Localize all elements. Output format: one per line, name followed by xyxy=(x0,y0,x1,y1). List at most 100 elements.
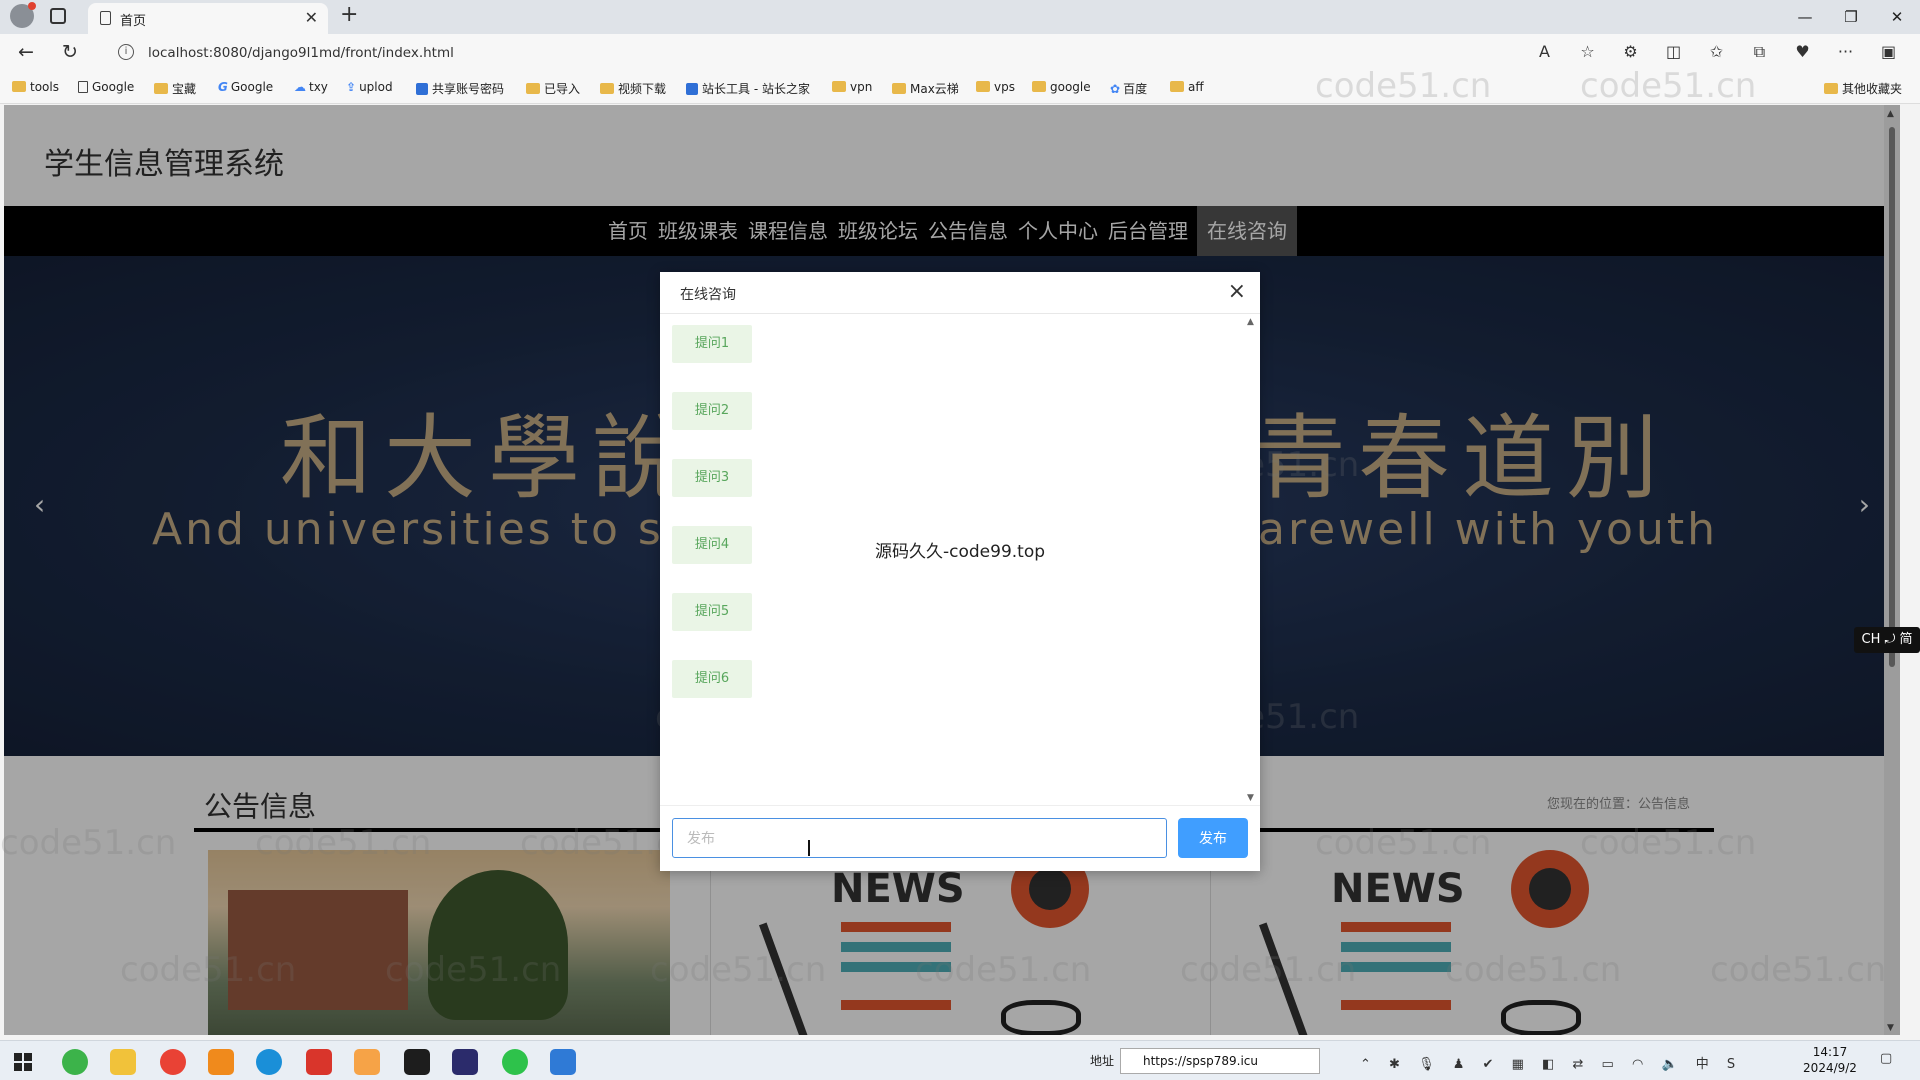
dialog-title: 在线咨询 xyxy=(680,287,736,303)
ime-language-icon[interactable]: 中 xyxy=(1696,1053,1709,1072)
favorites-icon[interactable]: ✩ xyxy=(1695,42,1738,62)
close-window-button[interactable]: ✕ xyxy=(1874,0,1920,34)
address-toolbar-input[interactable]: https://spsp789.icu xyxy=(1120,1048,1320,1074)
tencent-app-icon[interactable] xyxy=(354,1049,380,1075)
system-tray: ⌃ ✱ 🎙 ♟ ✔ ▦ ◧ ⇄ ▭ ◠ 🔈 中 S xyxy=(1360,1053,1749,1072)
chrome-icon[interactable] xyxy=(160,1049,186,1075)
back-button[interactable]: ← xyxy=(18,41,34,63)
browser-toolbar: A ☆ ⚙ ◫ ✩ ⧉ ♥ ··· ▣ xyxy=(1523,42,1910,62)
pycharm-icon[interactable] xyxy=(404,1049,430,1075)
chat-message: 提问4 xyxy=(672,526,752,564)
bookmark-item[interactable]: 已导入 xyxy=(526,80,580,97)
chat-message: 提问2 xyxy=(672,392,752,430)
chevron-up-icon[interactable]: ⌃ xyxy=(1360,1057,1371,1072)
close-icon[interactable]: × xyxy=(1228,279,1246,304)
bookmark-item[interactable]: 视频下载 xyxy=(600,80,666,97)
close-tab-icon[interactable]: ✕ xyxy=(305,8,318,27)
ime-indicator[interactable]: CH ⤾ 简 xyxy=(1854,627,1920,653)
chat-input[interactable] xyxy=(672,818,1167,858)
bookmark-item[interactable]: aff xyxy=(1170,80,1204,94)
upload-icon: ⇪ xyxy=(346,80,357,94)
system-clock[interactable]: 14:17 2024/9/2 xyxy=(1800,1044,1860,1076)
scroll-down-icon[interactable]: ▼ xyxy=(1247,793,1254,803)
volume-mute-icon[interactable]: 🔈 xyxy=(1661,1057,1677,1072)
folder-icon xyxy=(832,81,846,92)
bookmark-item[interactable]: tools xyxy=(12,80,59,94)
browser-360-icon[interactable] xyxy=(62,1049,88,1075)
scroll-up-icon[interactable]: ▲ xyxy=(1247,317,1254,327)
sidebar-icon[interactable]: ▣ xyxy=(1867,42,1910,62)
bookmark-item[interactable]: 共享账号密码 xyxy=(416,80,504,97)
url-box[interactable]: i localhost:8080/django9l1md/front/index… xyxy=(108,38,1588,68)
restore-button[interactable]: ❐ xyxy=(1828,0,1874,34)
chat-message: 提问3 xyxy=(672,459,752,497)
file-explorer-icon[interactable] xyxy=(110,1049,136,1075)
minimize-button[interactable]: — xyxy=(1782,0,1828,34)
bookmarks-bar: tools Google 宝藏 G Google ☁ txy ⇪ uplod 共享账号… xyxy=(0,72,1920,104)
chat-message-list[interactable]: 提问1 提问2 提问3 提问4 提问5 提问6 源码久久-code99.top … xyxy=(660,315,1260,805)
baidu-icon: ✿ xyxy=(1110,82,1121,96)
publish-button[interactable]: 发布 xyxy=(1178,818,1248,858)
tab-title: 首页 xyxy=(120,14,147,29)
split-screen-icon[interactable]: ◫ xyxy=(1652,42,1695,62)
more-menu-icon[interactable]: ··· xyxy=(1824,42,1867,62)
bookmark-item[interactable]: vps xyxy=(976,80,1015,94)
bookmark-item[interactable]: 站长工具 - 站长之家 xyxy=(686,80,810,97)
wechat-icon[interactable] xyxy=(502,1049,528,1075)
other-bookmarks[interactable]: 其他收藏夹 xyxy=(1824,80,1902,97)
notification-icon[interactable]: ▢ xyxy=(1880,1051,1892,1066)
new-tab-button[interactable]: + xyxy=(340,2,358,27)
tray-app-icon[interactable]: ⇄ xyxy=(1572,1057,1583,1072)
profile-icon[interactable] xyxy=(10,2,36,28)
chat-message: 提问1 xyxy=(672,325,752,363)
folder-icon xyxy=(1824,83,1838,94)
bookmark-item[interactable]: 宝藏 xyxy=(154,80,196,97)
folder-icon xyxy=(892,83,906,94)
tab-actions-icon[interactable] xyxy=(50,8,66,24)
folder-icon xyxy=(154,83,168,94)
microphone-icon[interactable]: 🎙 xyxy=(1418,1057,1435,1072)
browser-tab[interactable]: 首页 ✕ xyxy=(88,3,328,34)
tray-app-icon[interactable]: ✱ xyxy=(1389,1057,1400,1072)
page-icon xyxy=(78,81,88,93)
bookmark-item[interactable]: vpn xyxy=(832,80,872,94)
edge-icon[interactable] xyxy=(256,1049,282,1075)
read-aloud-icon[interactable]: A xyxy=(1523,42,1566,62)
favorite-star-icon[interactable]: ☆ xyxy=(1566,42,1609,62)
cloud-icon: ☁ xyxy=(294,80,306,94)
info-icon[interactable]: i xyxy=(118,44,134,60)
chat-message: 提问6 xyxy=(672,660,752,698)
sogou-icon[interactable]: S xyxy=(1727,1057,1735,1072)
folder-icon xyxy=(1032,81,1046,92)
bookmark-item[interactable]: google xyxy=(1032,80,1091,94)
bookmark-item[interactable]: ☁ txy xyxy=(294,80,328,94)
tray-app-icon[interactable]: ◧ xyxy=(1542,1057,1554,1072)
battery-icon[interactable]: ▭ xyxy=(1602,1057,1614,1072)
tray-app-icon[interactable]: ▦ xyxy=(1512,1057,1524,1072)
window-controls: — ❐ ✕ xyxy=(1782,0,1920,34)
bookmark-item[interactable]: Max云梯 xyxy=(892,80,959,97)
reload-button[interactable]: ↻ xyxy=(62,41,78,63)
bookmark-item[interactable]: Google xyxy=(78,80,134,94)
vscode-icon[interactable] xyxy=(550,1049,576,1075)
url-text[interactable]: localhost:8080/django9l1md/front/index.h… xyxy=(148,45,454,61)
browser-essentials-icon[interactable]: ♥ xyxy=(1781,42,1824,62)
chat-message: 提问5 xyxy=(672,593,752,631)
folder-icon xyxy=(600,83,614,94)
extensions-icon[interactable]: ⚙ xyxy=(1609,42,1652,62)
text-cursor-icon xyxy=(808,840,810,856)
sublime-icon[interactable] xyxy=(208,1049,234,1075)
start-button[interactable] xyxy=(14,1053,32,1071)
bookmark-item[interactable]: G Google xyxy=(218,80,273,94)
bookmark-item[interactable]: ⇪ uplod xyxy=(346,80,393,94)
tray-app-icon[interactable]: ♟ xyxy=(1453,1057,1465,1072)
chat-scrollbar[interactable]: ▲ ▼ xyxy=(1246,315,1258,805)
tray-app-icon[interactable]: ✔ xyxy=(1483,1057,1494,1072)
bookmark-item[interactable]: ✿ 百度 xyxy=(1110,80,1147,97)
wifi-icon[interactable]: ◠ xyxy=(1632,1057,1643,1072)
collections-icon[interactable]: ⧉ xyxy=(1738,42,1781,62)
wps-icon[interactable] xyxy=(306,1049,332,1075)
idea-icon[interactable] xyxy=(452,1049,478,1075)
dialog-footer: 发布 xyxy=(660,805,1260,871)
address-bar: ← ↻ i localhost:8080/django9l1md/front/i… xyxy=(0,34,1920,72)
